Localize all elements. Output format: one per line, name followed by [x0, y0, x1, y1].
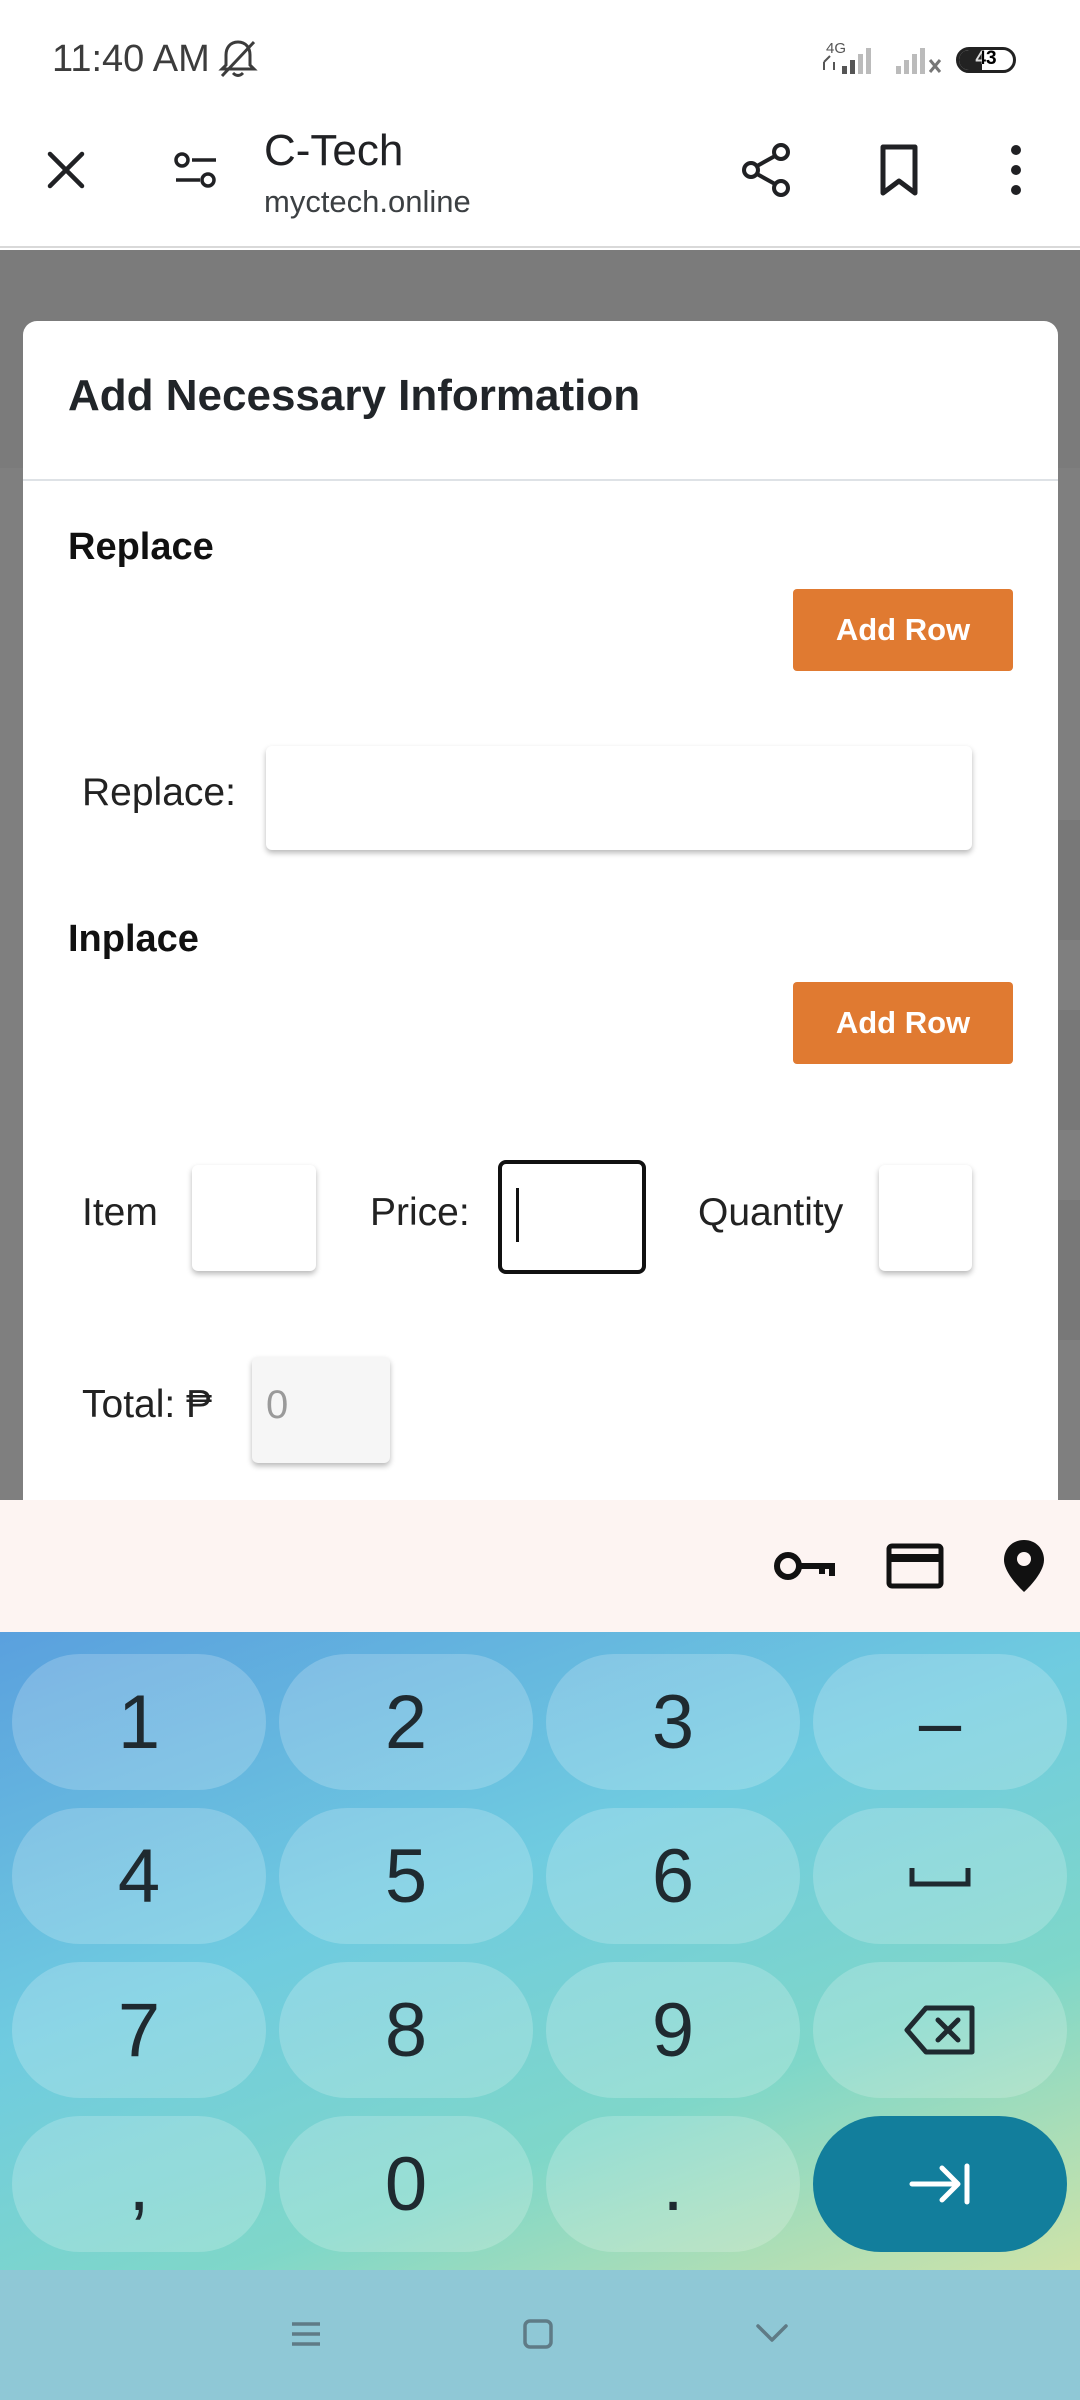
- inplace-heading: Inplace: [68, 918, 199, 960]
- key-period[interactable]: .: [546, 2116, 800, 2252]
- key-minus[interactable]: –: [813, 1654, 1067, 1790]
- browser-toolbar: C-Tech myctech.online: [0, 118, 1080, 248]
- price-label: Price:: [370, 1191, 470, 1234]
- credit-card-icon[interactable]: [883, 1538, 947, 1594]
- modal-header: Add Necessary Information: [23, 321, 1058, 481]
- replace-add-row-button[interactable]: Add Row: [793, 589, 1013, 671]
- text-caret: [516, 1188, 519, 1242]
- key-7[interactable]: 7: [12, 1962, 266, 2098]
- total-value: 0: [266, 1383, 289, 1427]
- page-title[interactable]: C-Tech: [264, 126, 403, 176]
- quantity-label: Quantity: [698, 1191, 844, 1234]
- key-comma[interactable]: ,: [12, 2116, 266, 2252]
- numeric-keyboard: 1 2 3 – 4 5 6 7 8 9 , 0 .: [0, 1632, 1080, 2270]
- share-icon[interactable]: [736, 140, 796, 200]
- quantity-input[interactable]: [879, 1165, 972, 1271]
- price-input[interactable]: [498, 1160, 646, 1274]
- autofill-bar: [0, 1500, 1080, 1632]
- item-input[interactable]: [192, 1165, 316, 1271]
- key-9[interactable]: 9: [546, 1962, 800, 2098]
- bell-off-icon: [218, 40, 258, 78]
- site-settings-icon[interactable]: [166, 140, 226, 200]
- location-pin-icon[interactable]: [992, 1538, 1056, 1594]
- key-icon[interactable]: [772, 1538, 836, 1594]
- network-label: 4G: [826, 40, 846, 57]
- status-bar: 11:40 AM 4G 43: [0, 0, 1080, 118]
- inplace-add-row-button[interactable]: Add Row: [793, 982, 1013, 1064]
- menu-icon[interactable]: [286, 2314, 326, 2354]
- key-space[interactable]: [813, 1808, 1067, 1944]
- home-icon[interactable]: [518, 2314, 558, 2354]
- close-icon[interactable]: [36, 140, 96, 200]
- total-label: Total: ₱: [82, 1383, 213, 1426]
- replace-input[interactable]: [266, 746, 972, 850]
- key-1[interactable]: 1: [12, 1654, 266, 1790]
- key-next[interactable]: [813, 2116, 1067, 2252]
- total-field: 0: [252, 1357, 390, 1463]
- bookmark-icon[interactable]: [869, 140, 929, 200]
- key-backspace[interactable]: [813, 1962, 1067, 2098]
- replace-heading: Replace: [68, 526, 214, 568]
- back-icon[interactable]: [752, 2314, 792, 2354]
- signal-off-icon: [896, 48, 942, 74]
- space-icon: [909, 1868, 971, 1887]
- key-8[interactable]: 8: [279, 1962, 533, 2098]
- key-4[interactable]: 4: [12, 1808, 266, 1944]
- battery-level: 43: [975, 48, 997, 69]
- key-0[interactable]: 0: [279, 2116, 533, 2252]
- key-6[interactable]: 6: [546, 1808, 800, 1944]
- add-info-modal: Add Necessary Information Replace Add Ro…: [23, 321, 1058, 1500]
- replace-label: Replace:: [82, 771, 236, 814]
- more-icon[interactable]: [986, 140, 1046, 200]
- item-label: Item: [82, 1191, 158, 1234]
- key-2[interactable]: 2: [279, 1654, 533, 1790]
- page-url[interactable]: myctech.online: [264, 184, 471, 220]
- backspace-icon: [904, 2005, 975, 2055]
- modal-title: Add Necessary Information: [68, 371, 641, 420]
- key-5[interactable]: 5: [279, 1808, 533, 1944]
- battery-icon: 43: [956, 47, 1016, 73]
- status-time: 11:40 AM: [52, 38, 210, 80]
- key-3[interactable]: 3: [546, 1654, 800, 1790]
- system-nav-bar: [0, 2270, 1080, 2400]
- tab-next-icon: [909, 2163, 970, 2205]
- signal-icon: 4G: [823, 40, 871, 74]
